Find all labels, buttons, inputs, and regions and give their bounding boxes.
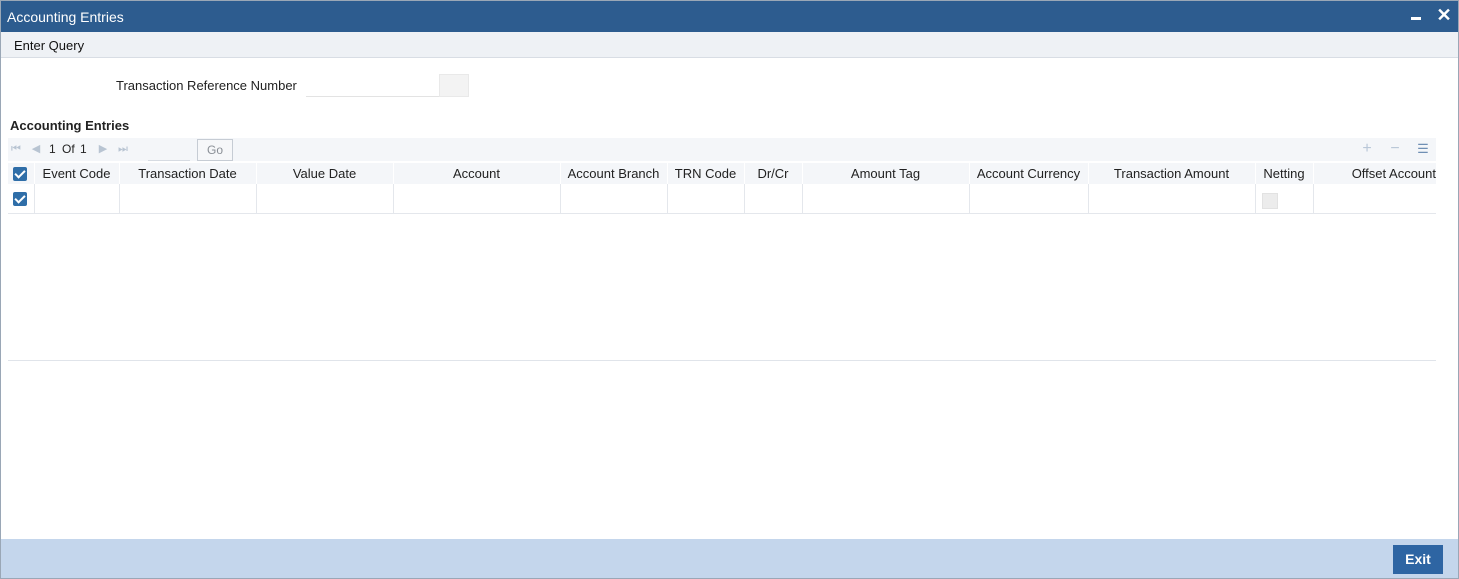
column-header[interactable]: Netting — [1255, 163, 1314, 184]
accounting-entries-window: Accounting Entries ✕ Enter Query Transac… — [0, 0, 1459, 579]
page-total: 1 — [80, 142, 87, 156]
close-icon[interactable]: ✕ — [1436, 6, 1452, 24]
transaction-amount-cell[interactable] — [1088, 184, 1256, 213]
event-code-cell[interactable] — [34, 184, 120, 213]
previous-page-icon[interactable]: ◀ — [30, 142, 42, 156]
column-header[interactable]: Transaction Amount — [1088, 163, 1256, 184]
column-header[interactable]: Offset Account — [1313, 163, 1437, 184]
grid-header-row: Event Code Transaction Date Value Date A… — [8, 163, 1437, 184]
select-all-checkbox[interactable] — [13, 167, 27, 181]
single-record-view-icon[interactable]: ☰ — [1415, 140, 1431, 158]
menu-bar: Enter Query — [1, 32, 1458, 58]
column-header[interactable]: Transaction Date — [119, 163, 257, 184]
minimize-icon[interactable] — [1408, 7, 1424, 23]
page-number-input[interactable] — [148, 140, 190, 161]
select-all-cell — [8, 163, 35, 184]
column-header[interactable]: Event Code — [34, 163, 120, 184]
go-button[interactable]: Go — [197, 139, 233, 161]
column-header[interactable]: Amount Tag — [802, 163, 970, 184]
exit-button[interactable]: Exit — [1393, 545, 1443, 574]
column-header[interactable]: Account Currency — [969, 163, 1089, 184]
title-bar: Accounting Entries ✕ — [1, 1, 1458, 32]
lov-search-button[interactable] — [439, 74, 469, 97]
trn-code-cell[interactable] — [667, 184, 745, 213]
column-header[interactable]: Value Date — [256, 163, 394, 184]
delete-row-icon[interactable]: − — [1387, 140, 1403, 158]
column-header[interactable]: Account Branch — [560, 163, 668, 184]
account-cell[interactable] — [393, 184, 561, 213]
account-branch-cell[interactable] — [560, 184, 668, 213]
row-select-cell — [8, 184, 35, 213]
enter-query-menu-item[interactable]: Enter Query — [14, 38, 84, 53]
grid-toolbar: ⏮ ◀ 1 Of 1 ▶ ⏭ Go + − ☰ — [8, 138, 1436, 161]
table-row[interactable] — [8, 184, 1436, 214]
account-currency-cell[interactable] — [969, 184, 1089, 213]
row-select-checkbox[interactable] — [13, 192, 27, 206]
first-page-icon[interactable]: ⏮ — [10, 142, 22, 156]
next-page-icon[interactable]: ▶ — [97, 142, 109, 156]
netting-checkbox[interactable] — [1262, 193, 1278, 209]
page-current: 1 — [49, 142, 56, 156]
add-row-icon[interactable]: + — [1359, 140, 1375, 158]
page-of-label: Of — [62, 142, 75, 156]
column-header[interactable]: Dr/Cr — [744, 163, 803, 184]
column-header[interactable]: TRN Code — [667, 163, 745, 184]
value-date-cell[interactable] — [256, 184, 394, 213]
offset-account-cell[interactable] — [1313, 184, 1436, 213]
transaction-reference-number-label: Transaction Reference Number — [116, 78, 297, 93]
footer-bar: Exit — [1, 539, 1458, 578]
window-title: Accounting Entries — [7, 9, 124, 25]
column-header[interactable]: Account — [393, 163, 561, 184]
accounting-entries-section-title: Accounting Entries — [10, 118, 130, 133]
dr-cr-cell[interactable] — [744, 184, 803, 213]
last-page-icon[interactable]: ⏭ — [117, 142, 129, 156]
transaction-date-cell[interactable] — [119, 184, 257, 213]
transaction-reference-number-input[interactable] — [306, 74, 440, 97]
accounting-entries-grid: Event Code Transaction Date Value Date A… — [8, 161, 1437, 361]
amount-tag-cell[interactable] — [802, 184, 970, 213]
